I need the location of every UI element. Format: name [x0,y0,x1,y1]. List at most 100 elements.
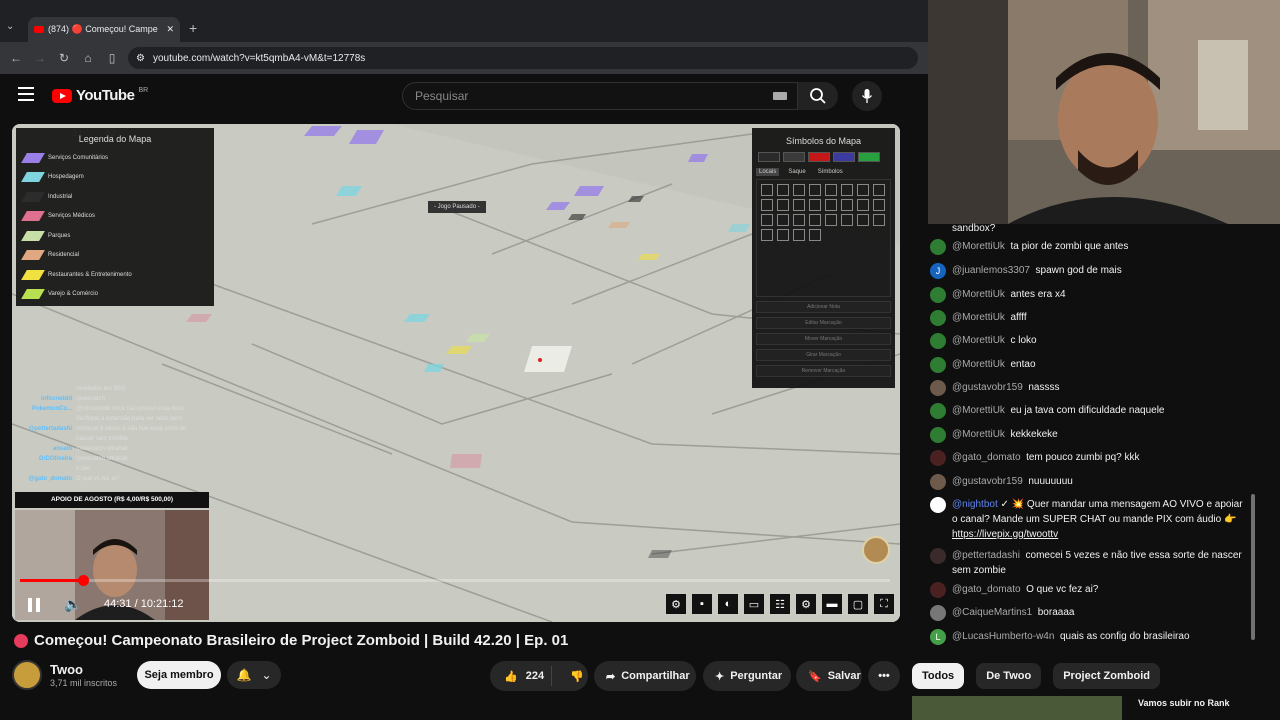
chat-avatar[interactable] [930,357,946,373]
theater-mode-icon[interactable]: ▬ [822,594,842,614]
overlay-chat-line: @gato_domato O que vc fez ai? [16,476,216,486]
chat-author[interactable]: @pettertadashi [952,550,1020,561]
chip-todos[interactable]: Todos [912,663,965,689]
chat-avatar[interactable]: J [930,263,946,279]
miniplayer-icon[interactable]: ▭ [744,594,764,614]
home-icon[interactable]: ⌂ [76,51,100,65]
overlay-chat-user [16,416,72,426]
nightbot-avatar[interactable] [930,497,946,513]
chat-author[interactable]: @gato_domato [952,452,1021,463]
chat-author[interactable]: @gustavobr159 [952,382,1023,393]
chat-message-text: kekkekeke [1010,429,1058,440]
chat-message: J @juanlemos3307 spawn god de mais [930,263,1250,279]
legend-item: Serviços Médicos [21,207,206,227]
chat-author[interactable]: @MorettiUk [952,359,1005,370]
video-progress-bar[interactable] [20,575,890,586]
hamburger-menu-icon[interactable] [18,87,34,101]
chat-message: @gato_domato tem pouco zumbi pq? kkk [930,450,1250,466]
dislike-button[interactable]: 👎 [558,670,584,683]
chat-author[interactable]: @MorettiUk [952,429,1005,440]
symbols-tab-saque: Saque [788,169,806,175]
pause-icon[interactable] [28,598,42,612]
chat-avatar[interactable] [930,450,946,466]
notification-bell-button[interactable]: 🔔 ⌄ [227,661,281,689]
omnibox[interactable]: ⚙ youtube.com/watch?v=kt5qmbA4-vM&t=1277… [128,47,918,69]
overlay-chat-user [16,386,72,396]
overlay-chat-line: nascer sem zombie [16,436,216,446]
chat-avatar[interactable] [930,310,946,326]
chat-message: @gato_domato O que vc fez ai? [930,582,1250,598]
search-input[interactable]: Pesquisar [402,82,798,110]
chat-avatar[interactable] [930,474,946,490]
map-symbol-icon [841,214,853,226]
reload-icon[interactable]: ↻ [52,51,76,65]
livepix-link[interactable]: https://livepix.gg/twoottv [952,529,1058,540]
chat-avatar[interactable] [930,427,946,443]
chip-de-twoo[interactable]: De Twoo [976,663,1042,689]
like-button[interactable]: 👍 224 [490,666,552,686]
chat-avatar[interactable]: L [930,629,946,645]
forward-arrow-icon[interactable]: → [28,51,52,65]
video-title-text: Começou! Campeonato Brasileiro de Projec… [34,632,569,649]
chat-author[interactable]: @CaiqueMartins1 [952,607,1032,618]
legend-swatch [21,211,45,222]
quality-settings-icon[interactable]: ⚙ [796,594,816,614]
legend-label: Varejo & Comércio [48,291,98,298]
chat-avatar[interactable] [930,333,946,349]
subtitles-icon[interactable]: ▪ [692,594,712,614]
chat-avatar[interactable] [930,239,946,255]
chat-author[interactable]: @MorettiUk [952,312,1005,323]
youtube-logo[interactable]: YouTube BR [52,87,148,104]
fullscreen-icon[interactable]: ⛶ [874,594,894,614]
channel-name[interactable]: Twoo [50,662,83,677]
save-button[interactable]: 🔖 Salvar [796,661,862,691]
chat-author[interactable]: @MorettiUk [952,289,1005,300]
new-tab-button[interactable]: + [189,20,197,36]
video-player[interactable]: 21 62 Legenda do Mapa Serviços Comunitár… [12,124,900,622]
chat-scrollbar[interactable] [1251,494,1255,640]
search-button[interactable] [798,82,838,110]
chat-author[interactable]: @MorettiUk [952,405,1005,416]
captions-icon[interactable]: ☷ [770,594,790,614]
channel-avatar[interactable] [12,660,42,690]
ask-button[interactable]: ✦ Perguntar [703,661,791,691]
settings-gear-icon[interactable]: ⚙ [666,594,686,614]
chat-author[interactable]: @gustavobr159 [952,476,1023,487]
chat-avatar[interactable] [930,287,946,303]
tab-close-icon[interactable]: ✕ [166,24,174,35]
chat-avatar[interactable] [930,403,946,419]
chat-author[interactable]: @nightbot [952,499,998,510]
streamer-avatar-marker [862,536,890,564]
map-symbol-icon [825,199,837,211]
map-symbol-icon [793,229,805,241]
browser-tab-active[interactable]: (874) 🔴 Começou! Campe ✕ [28,17,180,42]
site-info-icon[interactable]: ⚙ [136,53,145,64]
chat-author[interactable]: @gato_domato [952,584,1021,595]
progress-scrubber[interactable] [77,575,89,586]
legend-label: Residencial [48,252,80,259]
back-arrow-icon[interactable]: ← [4,51,28,65]
more-actions-button[interactable]: ••• [868,661,900,691]
keyboard-icon[interactable] [773,92,787,100]
tab-list-chevron-icon[interactable]: ⌄ [6,21,14,32]
overlay-chat-user: @gato_domato [28,476,72,482]
share-button[interactable]: ➦ Compartilhar [594,661,696,691]
chat-avatar[interactable] [930,582,946,598]
side-panel-icon[interactable]: ▯ [100,51,124,65]
voice-search-button[interactable] [852,81,882,111]
volume-icon[interactable]: 🔈 [64,596,81,613]
chat-avatar[interactable] [930,380,946,396]
join-membership-button[interactable]: Seja membro [137,661,221,689]
chat-author[interactable]: @MorettiUk [952,335,1005,346]
chat-avatar[interactable] [930,548,946,564]
legend-swatch [21,250,45,261]
chat-author[interactable]: @juanlemos3307 [952,265,1030,276]
chat-message-text: antes era x4 [1010,289,1066,300]
map-symbol-icon [761,214,773,226]
chat-author[interactable]: @MorettiUk [952,241,1005,252]
chat-avatar[interactable] [930,605,946,621]
chat-author[interactable]: @LucasHumberto-w4n [952,631,1054,642]
chip-project-zomboid[interactable]: Project Zomboid [1053,663,1160,689]
autoplay-toggle-icon[interactable]: ◐ [718,594,738,614]
cast-icon[interactable]: ▢ [848,594,868,614]
